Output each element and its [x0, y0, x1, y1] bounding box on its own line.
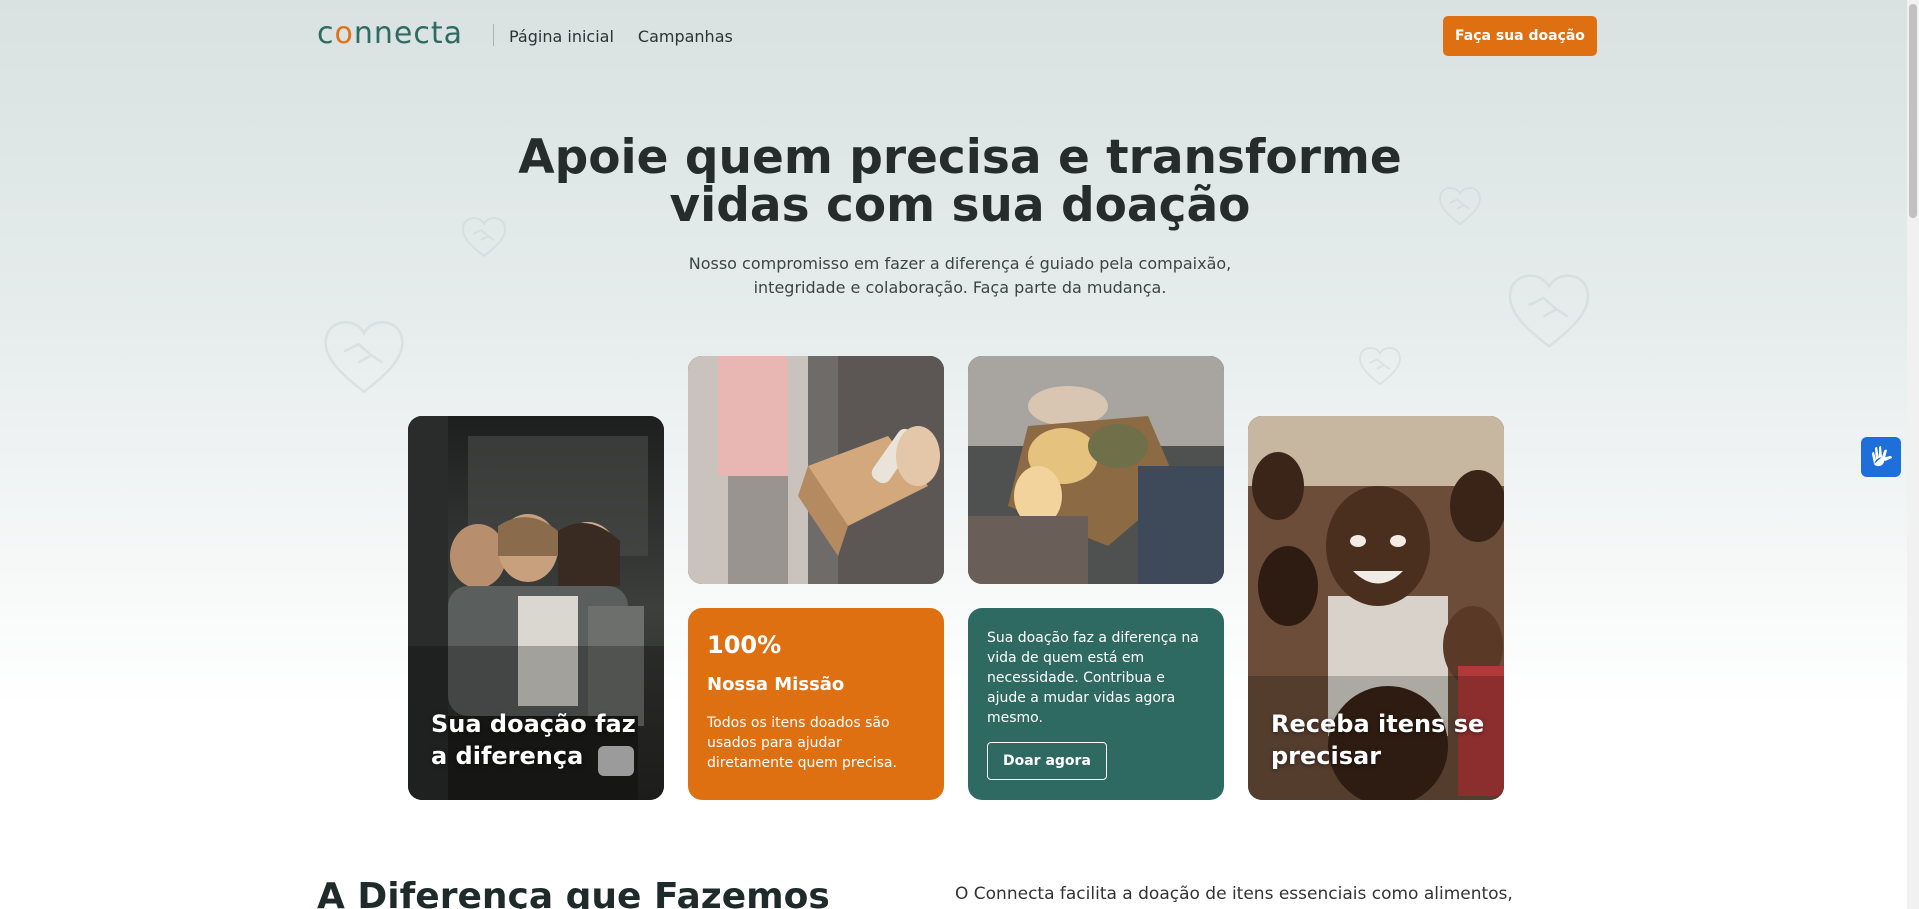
- donate-cta-card: Sua doação faz a diferença na vida de qu…: [968, 608, 1224, 800]
- heart-handshake-icon: [1359, 346, 1401, 386]
- food-box-photo: [968, 356, 1224, 584]
- nav-campaigns-link[interactable]: Campanhas: [638, 27, 733, 46]
- donate-button[interactable]: Faça sua doação: [1443, 16, 1597, 56]
- nav-home-link[interactable]: Página inicial: [509, 27, 614, 46]
- section-text: O Connecta facilita a doação de itens es…: [955, 884, 1513, 909]
- hero-title-line-2: vidas com sua doação: [669, 178, 1251, 233]
- hero-title: Apoie quem precisa e transforme vidas co…: [460, 134, 1460, 230]
- hero-title-line-1: Apoie quem precisa e transforme: [518, 130, 1402, 185]
- page: connecta Página inicial Campanhas Faça s…: [0, 0, 1919, 909]
- heart-handshake-icon: [324, 321, 404, 394]
- mission-stat: 100%: [707, 631, 782, 659]
- children-photo-card: Sua doação faz a diferença: [408, 416, 664, 800]
- mission-text: Todos os itens doados são usados para aj…: [707, 715, 897, 771]
- receive-items-photo-card: Receba itens se precisar: [1248, 416, 1504, 800]
- mission-title: Nossa Missão: [707, 674, 845, 695]
- cta-text: Sua doação faz a diferença na vida de qu…: [987, 630, 1199, 726]
- hero-subtitle-line-1: Nosso compromisso em fazer a diferença é…: [688, 254, 1232, 273]
- donation-box-photo-card: [688, 356, 944, 584]
- scrollbar-thumb[interactable]: [1909, 4, 1917, 218]
- page-scrollbar[interactable]: [1907, 0, 1919, 909]
- children-caption: Sua doação faz a diferença: [431, 710, 636, 770]
- hero-subtitle: Nosso compromisso em fazer a diferença é…: [660, 252, 1260, 300]
- site-header: connecta Página inicial Campanhas Faça s…: [317, 16, 1597, 56]
- section-title: A Diferença que Fazemos: [317, 876, 830, 909]
- accessibility-button[interactable]: [1861, 437, 1901, 477]
- receive-items-caption: Receba itens se precisar: [1271, 710, 1485, 770]
- connecta-logo[interactable]: connecta: [317, 18, 463, 50]
- mission-card: 100% Nossa Missão Todos os itens doados …: [688, 608, 944, 800]
- sign-language-hands-icon: [1872, 446, 1892, 467]
- hero-subtitle-line-2: integridade e colaboração. Faça parte da…: [753, 278, 1167, 297]
- header-divider: [493, 24, 494, 46]
- donate-now-button[interactable]: Doar agora: [987, 742, 1107, 780]
- heart-handshake-icon: [1508, 274, 1590, 348]
- food-box-photo-card: [968, 356, 1224, 584]
- donation-box-photo: [688, 356, 944, 584]
- main-nav: Página inicial Campanhas: [509, 16, 733, 56]
